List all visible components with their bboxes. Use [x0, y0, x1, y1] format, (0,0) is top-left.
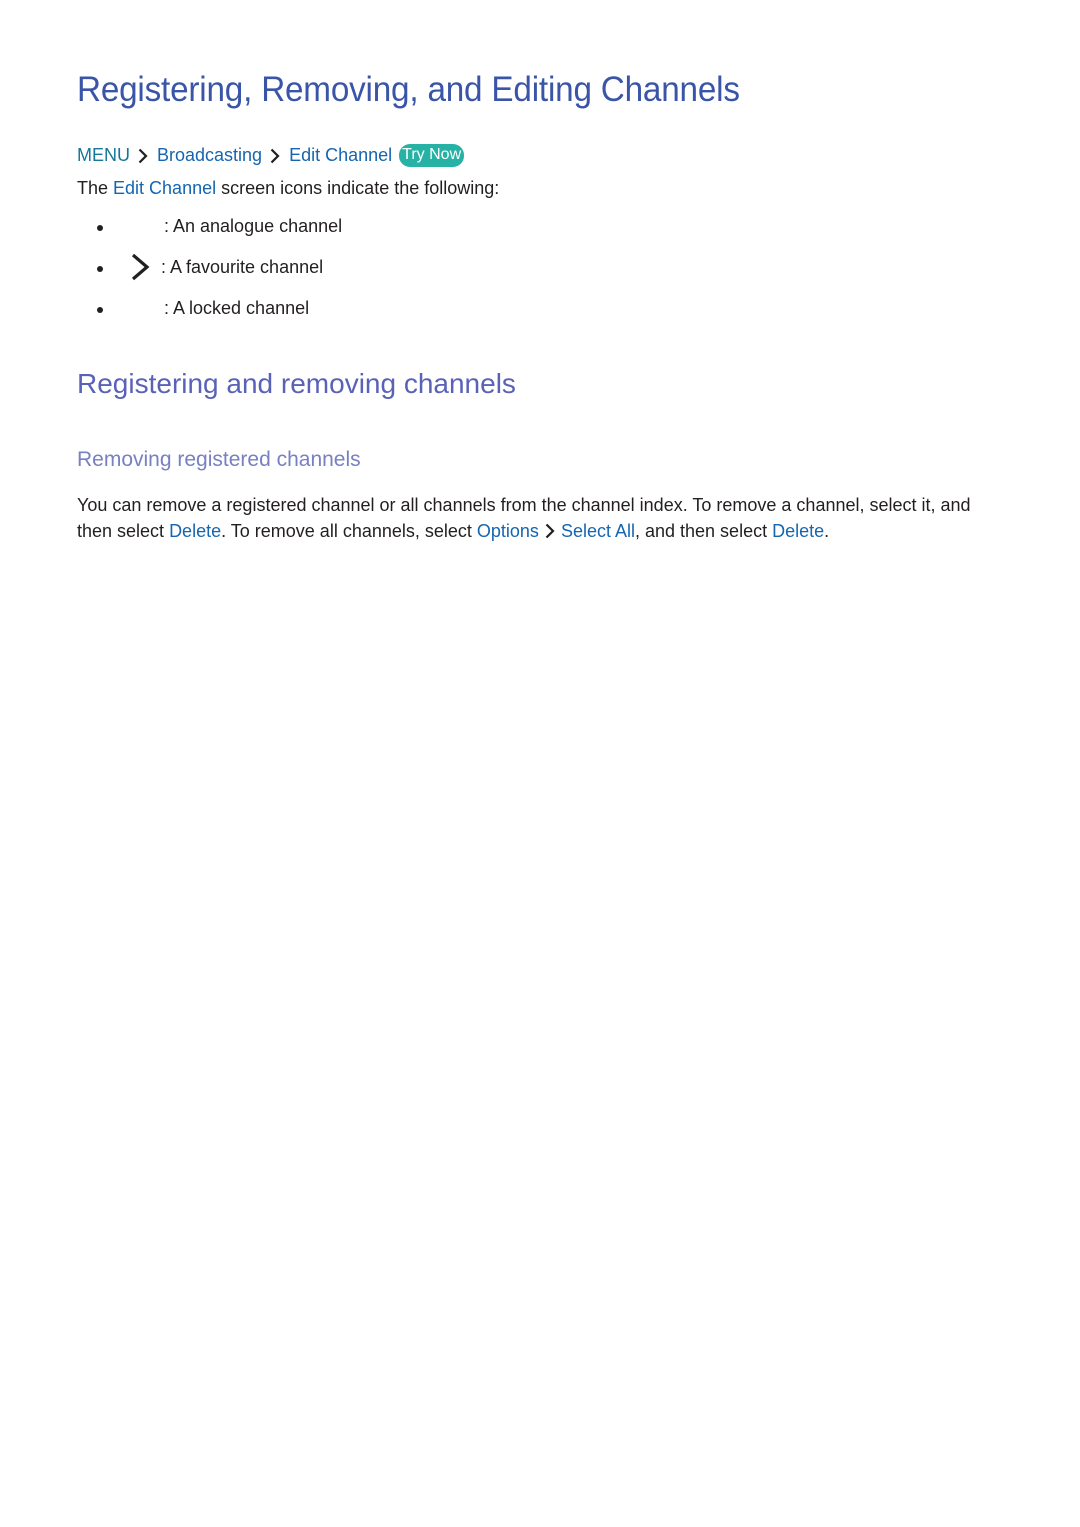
intro-keyword-edit-channel: Edit Channel	[113, 178, 217, 198]
body-paragraph: You can remove a registered channel or a…	[77, 493, 1007, 544]
intro-suffix: screen icons indicate the following:	[216, 178, 500, 198]
paragraph-text: .	[824, 520, 830, 541]
bullet-icon	[97, 225, 103, 231]
chevron-right-icon	[270, 148, 280, 164]
chevron-right-icon	[138, 148, 148, 164]
breadcrumb: MENU Broadcasting Edit Channel Try Now	[77, 144, 465, 167]
bullet-icon	[97, 307, 103, 313]
breadcrumb-edit-channel[interactable]: Edit Channel	[289, 145, 392, 166]
legend-text: : A locked channel	[164, 298, 310, 318]
legend-text: : A favourite channel	[161, 257, 324, 277]
keyword-delete: Delete	[772, 520, 825, 541]
section-heading: Registering and removing channels	[77, 368, 516, 399]
intro-text: The Edit Channel screen icons indicate t…	[77, 178, 499, 199]
keyword-options: Options	[476, 520, 539, 541]
keyword-select-all: Select All	[560, 520, 635, 541]
breadcrumb-menu[interactable]: MENU	[77, 145, 130, 166]
locked-channel-icon	[127, 294, 157, 322]
paragraph-text: . To remove all channels, select	[221, 520, 477, 541]
try-now-button[interactable]: Try Now	[399, 144, 465, 167]
page-title: Registering, Removing, and Editing Chann…	[77, 70, 740, 109]
bullet-icon	[97, 266, 103, 272]
chevron-right-icon	[545, 523, 555, 539]
analogue-channel-icon	[127, 212, 157, 240]
intro-prefix: The	[77, 178, 114, 198]
favourite-channel-icon	[127, 253, 157, 281]
breadcrumb-broadcasting[interactable]: Broadcasting	[157, 145, 262, 166]
keyword-delete: Delete	[169, 520, 222, 541]
paragraph-text: , and then select	[634, 520, 773, 541]
legend-text: : An analogue channel	[164, 216, 343, 236]
section-subheading: Removing registered channels	[77, 448, 361, 471]
